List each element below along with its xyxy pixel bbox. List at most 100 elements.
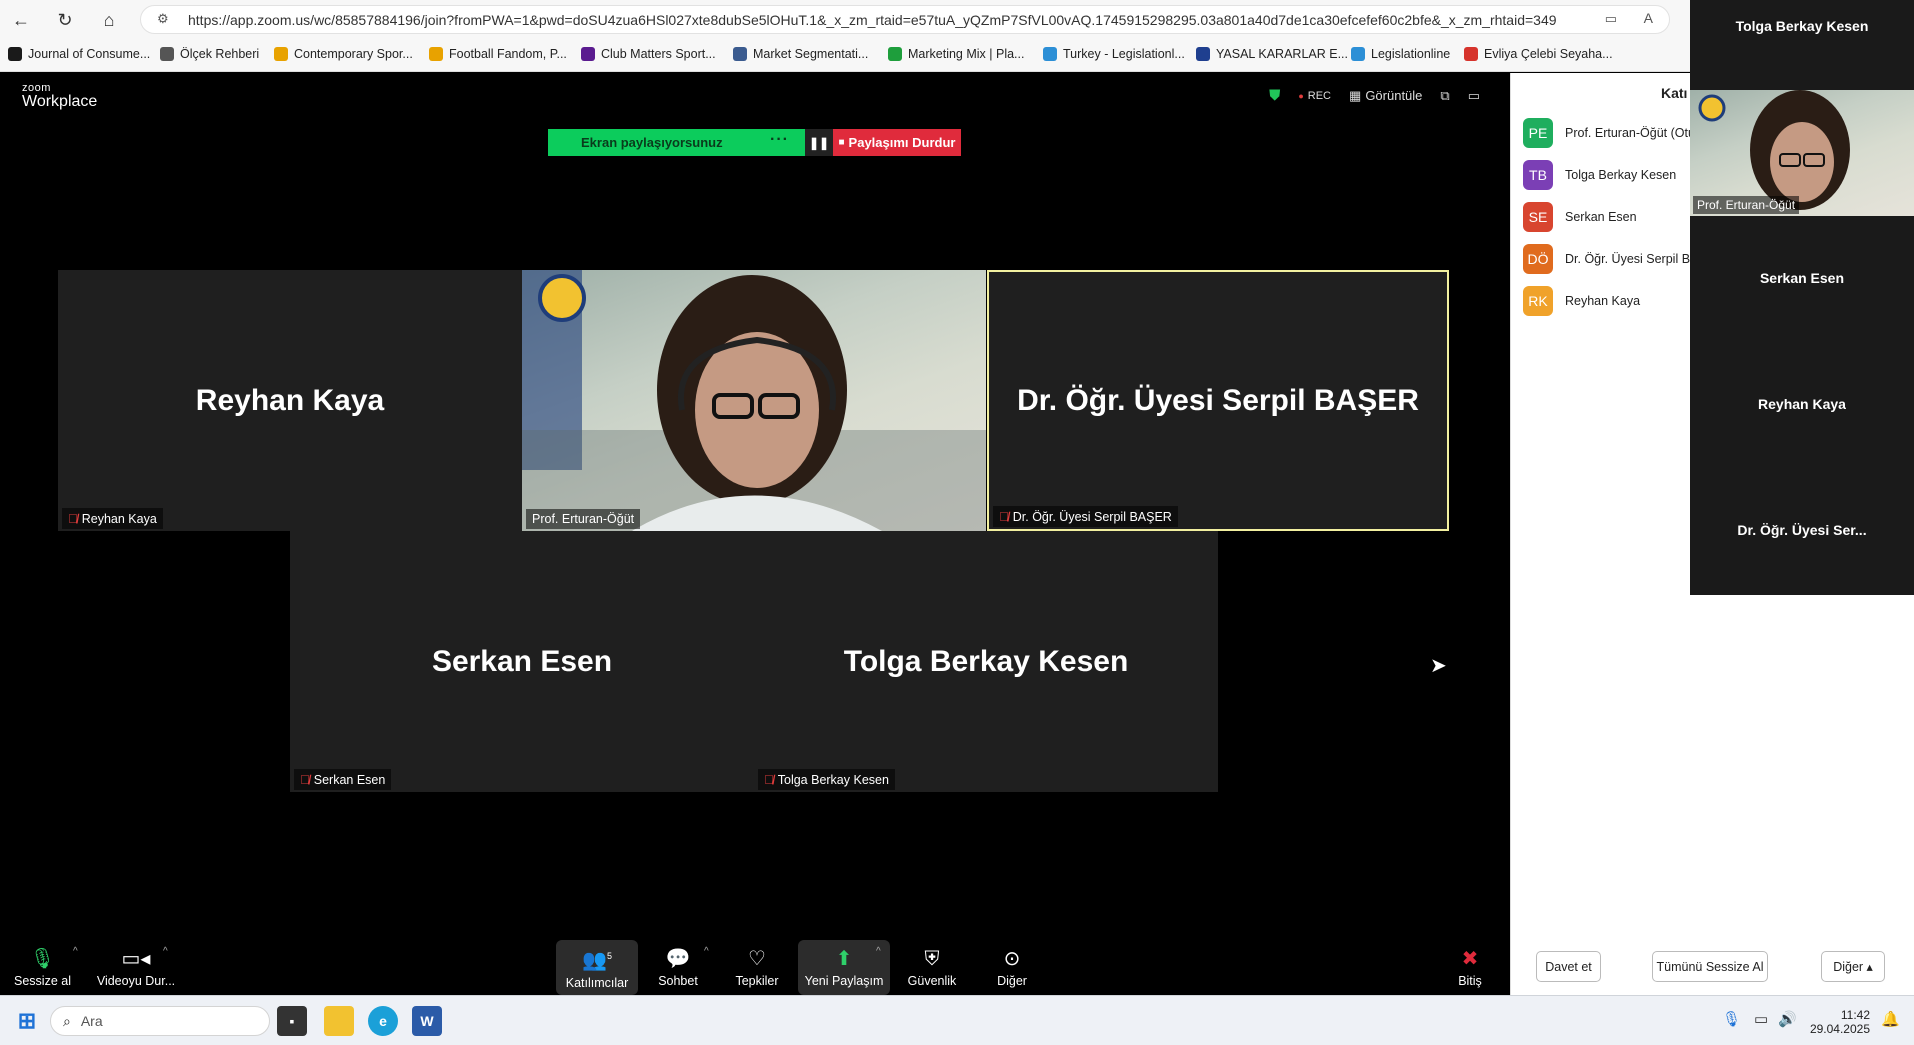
avatar: PE — [1523, 118, 1553, 148]
stop-square-icon: ■ — [838, 137, 845, 148]
bookmark-item[interactable]: Contemporary Spor... — [274, 47, 413, 61]
participant-label: Prof. Erturan-Öğüt — [1693, 196, 1800, 214]
invite-button[interactable]: Davet et — [1536, 951, 1601, 982]
meeting-toolbar: 🎙 Sessize al ^ ▭◂ Videoyu Dur... ^ 👥5 Ka… — [0, 940, 1510, 995]
bookmark-item[interactable]: Journal of Consume... — [8, 47, 150, 61]
bookmark-favicon — [274, 47, 288, 61]
panel-more-button[interactable]: Diğer ▴ — [1821, 951, 1885, 982]
grid-icon: ▦ — [1349, 87, 1362, 103]
taskbar-search[interactable]: ⌕ Ara — [50, 1006, 270, 1036]
bookmark-item[interactable]: Evliya Çelebi Seyaha... — [1464, 47, 1613, 61]
participant-label: 🎙̸ Reyhan Kaya — [62, 508, 163, 529]
file-explorer-icon[interactable] — [324, 1006, 354, 1036]
video-tile-active-speaker[interactable]: Dr. Öğr. Üyesi Serpil BAŞER 🎙̸ Dr. Öğr. Ü… — [987, 270, 1449, 531]
bookmarks-bar: Journal of Consume... Ölçek Rehberi Cont… — [0, 38, 1690, 72]
end-meeting-button[interactable]: ✖ Bitiş — [1446, 940, 1494, 995]
address-bar[interactable]: ⚙ https://app.zoom.us/wc/85857884196/joi… — [140, 5, 1670, 34]
camera-permission-icon[interactable]: ▭ — [1605, 11, 1617, 27]
mouse-cursor-icon: ➤ — [1430, 655, 1447, 677]
system-clock[interactable]: 11:42 29.04.2025 — [1810, 1008, 1870, 1036]
site-info-icon[interactable]: ⚙ — [157, 11, 169, 27]
bookmark-favicon — [733, 47, 747, 61]
avatar: DÖ — [1523, 244, 1553, 274]
network-icon[interactable]: ▭ — [1754, 1010, 1768, 1028]
heart-icon: ♡ — [748, 947, 766, 970]
bookmark-item[interactable]: Legislationline — [1351, 47, 1450, 61]
participant-label: Prof. Erturan-Öğüt — [526, 509, 641, 529]
stop-share-button[interactable]: ■ Paylaşımı Durdur — [833, 129, 961, 156]
participant-row[interactable]: RK Reyhan Kaya — [1523, 286, 1640, 316]
participant-row[interactable]: TB Tolga Berkay Kesen — [1523, 160, 1676, 190]
pause-share-button[interactable]: ❚❚ — [805, 129, 833, 156]
mic-muted-icon: 🎙̸ — [764, 772, 774, 787]
video-tile[interactable]: Serkan Esen 🎙̸ Serkan Esen — [290, 531, 754, 792]
word-icon[interactable]: W — [412, 1006, 442, 1036]
chat-options-chevron-icon[interactable]: ^ — [704, 946, 709, 957]
volume-icon[interactable]: 🔊 — [1778, 1010, 1797, 1028]
participant-label: 🎙̸ Tolga Berkay Kesen — [758, 769, 895, 790]
top-right-controls: ⛊ ● REC ▦ Görüntüle ⧉ ▭ — [1269, 87, 1480, 104]
bookmark-item[interactable]: Club Matters Sport... — [581, 47, 716, 61]
fullscreen-icon[interactable]: ▭ — [1468, 88, 1480, 104]
screen-share-bar: Ekran paylaşıyorsunuz ··· ❚❚ ■ Paylaşımı… — [548, 129, 961, 156]
refresh-icon[interactable]: ↻ — [52, 7, 78, 33]
more-dots-icon: ⊙ — [1003, 947, 1021, 970]
video-camera-icon: ▭◂ — [121, 947, 151, 970]
audio-options-chevron-icon[interactable]: ^ — [73, 946, 78, 957]
mute-all-button[interactable]: Tümünü Sessize Al — [1652, 951, 1768, 982]
mic-muted-icon: 🎙̸ — [999, 509, 1009, 524]
back-icon[interactable]: ← — [8, 7, 34, 33]
panel-title: Katı — [1661, 85, 1688, 101]
avatar: RK — [1523, 286, 1553, 316]
recording-indicator[interactable]: ● REC — [1298, 90, 1331, 102]
floating-video-strip[interactable]: Tolga Berkay Kesen Prof. Erturan-Öğüt Se… — [1690, 0, 1914, 595]
notification-bell-icon[interactable]: 🔔 — [1881, 1010, 1900, 1028]
video-tile[interactable]: Reyhan Kaya 🎙̸ Reyhan Kaya — [58, 270, 522, 531]
participant-label: 🎙̸ Serkan Esen — [294, 769, 392, 790]
microphone-in-use-icon[interactable]: 🎙 — [1722, 1010, 1741, 1028]
mute-button[interactable]: 🎙 Sessize al — [10, 940, 75, 995]
more-options-icon[interactable]: ··· — [770, 131, 789, 149]
video-options-chevron-icon[interactable]: ^ — [163, 946, 168, 957]
more-button[interactable]: ⊙ Diğer — [984, 940, 1040, 995]
bookmark-favicon — [888, 47, 902, 61]
edge-browser-icon[interactable]: e — [368, 1006, 398, 1036]
video-tile[interactable]: Tolga Berkay Kesen 🎙̸ Tolga Berkay Kesen — [754, 531, 1218, 792]
bookmark-item[interactable]: Marketing Mix | Pla... — [888, 47, 1024, 61]
bookmark-favicon — [1351, 47, 1365, 61]
home-icon[interactable]: ⌂ — [96, 7, 122, 33]
search-icon: ⌕ — [63, 1012, 71, 1029]
record-dot-icon: ● — [1298, 90, 1304, 101]
bookmark-item[interactable]: YASAL KARARLAR E... — [1196, 47, 1348, 61]
participant-row[interactable]: DÖ Dr. Öğr. Üyesi Serpil BA — [1523, 244, 1698, 274]
share-options-chevron-icon[interactable]: ^ — [876, 946, 881, 957]
reactions-button[interactable]: ♡ Tepkiler — [728, 940, 786, 995]
read-aloud-icon[interactable]: A — [1644, 10, 1653, 26]
video-tile-active-camera[interactable]: Prof. Erturan-Öğüt — [522, 270, 986, 531]
meeting-area: zoom Workplace ⛊ ● REC ▦ Görüntüle ⧉ ▭ Ekr… — [0, 73, 1510, 995]
mic-muted-icon: 🎙̸ — [68, 511, 78, 526]
task-view-icon[interactable]: ▪ — [277, 1006, 307, 1036]
chat-button[interactable]: 💬 Sohbet — [650, 940, 706, 995]
microphone-icon: 🎙 — [29, 947, 56, 970]
encryption-shield-icon[interactable]: ⛊ — [1269, 87, 1280, 104]
bookmark-item[interactable]: Ölçek Rehberi — [160, 47, 259, 61]
bookmark-favicon — [429, 47, 443, 61]
share-status[interactable]: Ekran paylaşıyorsunuz ··· — [548, 129, 805, 156]
participant-row[interactable]: SE Serkan Esen — [1523, 202, 1637, 232]
windows-start-icon[interactable]: ⊞ — [12, 1006, 42, 1036]
bookmark-item[interactable]: Market Segmentati... — [733, 47, 868, 61]
avatar: SE — [1523, 202, 1553, 232]
security-button[interactable]: ⛨ Güvenlik — [900, 940, 964, 995]
camera-thumbnail: Prof. Erturan-Öğüt — [1690, 90, 1914, 216]
bookmark-favicon — [160, 47, 174, 61]
participants-button[interactable]: 👥5 Katılımcılar — [556, 940, 638, 995]
camera-feed-image — [522, 270, 986, 531]
popout-icon[interactable]: ⧉ — [1440, 88, 1449, 104]
bookmark-item[interactable]: Turkey - Legislationl... — [1043, 47, 1185, 61]
windows-taskbar: ⊞ ⌕ Ara ▪ e W 🎙 ▭ 🔊 11:42 29.04.2025 🔔 — [0, 995, 1914, 1045]
participant-row[interactable]: PE Prof. Erturan-Öğüt (Otu — [1523, 118, 1695, 148]
participants-icon: 👥5 — [582, 949, 612, 972]
bookmark-item[interactable]: Football Fandom, P... — [429, 47, 567, 61]
view-button[interactable]: ▦ Görüntüle — [1349, 88, 1422, 104]
